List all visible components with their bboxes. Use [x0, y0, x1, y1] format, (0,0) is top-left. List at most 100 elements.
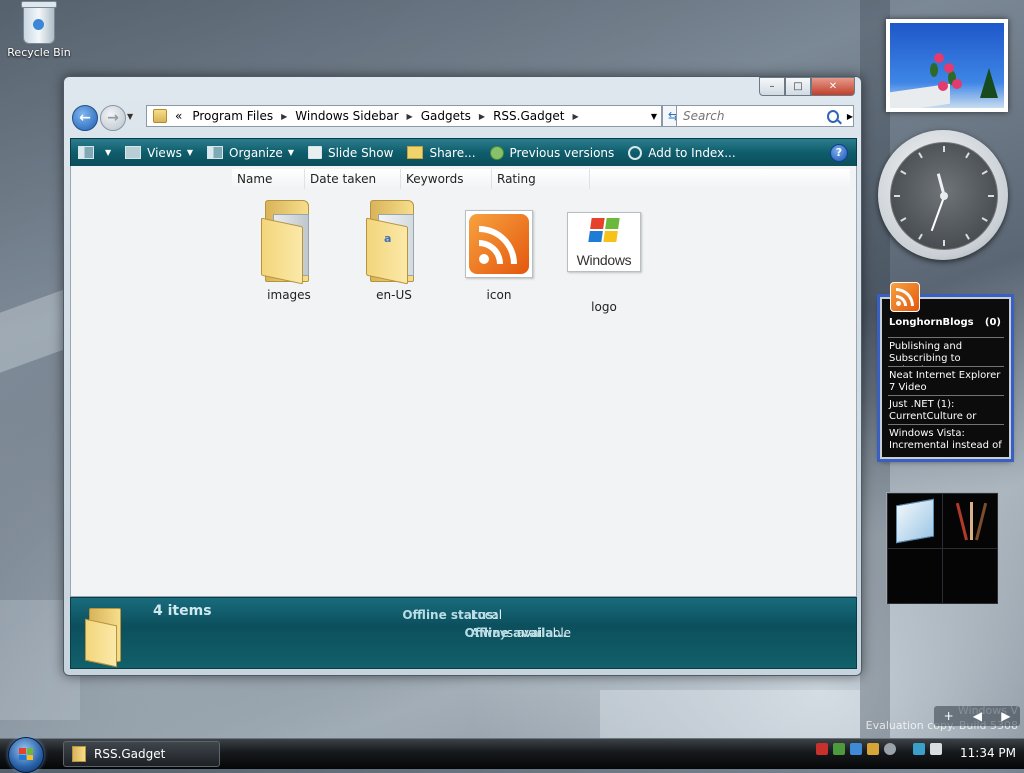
item-count: 4 items [153, 603, 212, 619]
organize-button[interactable]: Organize ▼ [200, 139, 301, 166]
organize-icon [207, 146, 224, 159]
arrow-left-icon: ← [79, 110, 91, 126]
address-bar[interactable]: « Program Files ▶ Windows Sidebar ▶ Gadg… [146, 105, 662, 127]
feed-item[interactable]: Just .NET (1): CurrentCulture or [888, 395, 1004, 424]
offline-availability-row: Offline availa... Always available [464, 626, 571, 640]
column-header-keywords[interactable]: Keywords [401, 169, 492, 189]
wallpaper-beam [600, 690, 860, 740]
network-icon[interactable] [850, 743, 862, 755]
paintbrush-icon [955, 500, 988, 541]
search-icon[interactable] [827, 109, 839, 123]
file-item-icon[interactable]: icon [454, 200, 544, 302]
file-item-logo[interactable]: Windows logo [559, 200, 649, 314]
app-tray-icon[interactable] [867, 743, 879, 755]
previous-versions-button[interactable]: Previous versions [483, 139, 622, 166]
chevron-down-icon: ▼ [287, 148, 294, 157]
feed-headlines-gadget[interactable]: LonghornBlogs (0) Publishing and Subscri… [880, 282, 1011, 459]
launcher-gadget [886, 492, 998, 604]
wallpaper-beam [0, 287, 70, 373]
previous-versions-icon [489, 145, 504, 160]
help-button[interactable]: ? [830, 143, 848, 162]
empty-slot [942, 548, 998, 604]
feed-item[interactable]: Windows Vista: Incremental instead of [888, 424, 1004, 453]
search-box[interactable]: ▶ [676, 105, 854, 127]
photo-image [890, 23, 1004, 108]
feed-item[interactable]: Publishing and Subscribing to Calendars [888, 337, 1004, 366]
clock-gadget[interactable] [878, 130, 1008, 260]
breadcrumb-program-files[interactable]: Program Files [190, 109, 275, 123]
explorer-window: – □ ✕ ← → ▼ « Program Files ▶ Windows Si… [63, 76, 862, 676]
close-button[interactable]: ✕ [811, 77, 855, 96]
column-header-spacer [590, 169, 850, 189]
sidebar-controls: + ◀ ▶ [934, 706, 1020, 726]
folder-icon: a [364, 200, 424, 285]
organize-label: Organize [229, 145, 283, 160]
notepad-shortcut[interactable] [887, 493, 943, 549]
share-button[interactable]: Share... [400, 139, 482, 166]
chevron-down-icon: ▼ [186, 148, 194, 157]
column-header-name[interactable]: Name [232, 169, 305, 189]
navigation-bar: ← → ▼ « Program Files ▶ Windows Sidebar … [70, 103, 855, 131]
chevron-down-icon[interactable]: ▼ [651, 112, 657, 121]
taskbar-clock[interactable]: 11:34 PM [960, 746, 1016, 760]
file-list-pane[interactable]: Name Date taken Keywords Rating images a… [70, 166, 857, 597]
slideshow-button[interactable]: Slide Show [301, 139, 400, 166]
settings-gear-icon[interactable] [884, 743, 896, 755]
feed-unread-count: (0) [984, 317, 1001, 328]
layout-button[interactable]: ▼ [71, 139, 118, 166]
network-status-icon[interactable] [913, 743, 925, 755]
share-icon [407, 146, 424, 159]
recent-pages-dropdown[interactable]: ▼ [127, 112, 133, 121]
file-item-images[interactable]: images [244, 200, 334, 302]
column-header-rating[interactable]: Rating [492, 169, 590, 189]
paint-shortcut[interactable] [942, 493, 998, 549]
slideshow-gadget[interactable] [886, 19, 1008, 112]
desktop-icon-label: Recycle Bin [7, 46, 71, 59]
maximize-button[interactable]: □ [785, 77, 811, 96]
volume-icon[interactable] [930, 743, 942, 755]
search-input[interactable] [681, 108, 823, 124]
previous-page-button[interactable]: ◀ [973, 709, 982, 723]
folder-icon [72, 746, 86, 762]
breadcrumb-overflow[interactable]: « [173, 109, 184, 123]
column-header-date-taken[interactable]: Date taken [305, 169, 401, 189]
taskbar: RSS.Gadget 11:34 PM [0, 737, 1024, 773]
chevron-right-icon[interactable]: ▶ [281, 112, 287, 121]
feed-item[interactable]: Neat Internet Explorer 7 Video [888, 366, 1004, 395]
back-button[interactable]: ← [72, 105, 98, 131]
notepad-icon [896, 498, 934, 544]
minimize-button[interactable]: – [759, 77, 785, 96]
previous-versions-label: Previous versions [509, 145, 615, 160]
chevron-right-icon[interactable]: ▶ [407, 112, 413, 121]
recycle-bin-icon [21, 1, 57, 44]
file-item-label: logo [591, 300, 617, 314]
next-page-button[interactable]: ▶ [1001, 709, 1010, 723]
layout-icon [78, 146, 94, 159]
file-item-en-us[interactable]: a en-US [349, 200, 439, 302]
windows-logo-icon: Windows [567, 212, 641, 272]
logo-wordmark: Windows [576, 252, 632, 268]
breadcrumb-rss-gadget[interactable]: RSS.Gadget [491, 109, 566, 123]
security-shield-icon[interactable] [816, 743, 828, 755]
file-item-label: icon [486, 288, 512, 302]
feed-header[interactable]: LonghornBlogs (0) [889, 317, 1001, 328]
slideshow-icon [307, 146, 322, 159]
chevron-right-icon[interactable]: ▶ [479, 112, 485, 121]
offline-availability-label: Offline availa... [464, 626, 568, 640]
chevron-right-icon[interactable]: ▶ [847, 112, 853, 121]
command-bar: ▼ Views ▼ Organize ▼ Slide Show Share...… [70, 138, 857, 167]
add-to-index-button[interactable]: Add to Index... [621, 139, 742, 166]
add-gadget-button[interactable]: + [944, 709, 954, 723]
breadcrumb-windows-sidebar[interactable]: Windows Sidebar [293, 109, 400, 123]
clock-minute-hand [930, 196, 945, 232]
chevron-right-icon[interactable]: ▶ [572, 112, 578, 121]
sync-icon[interactable] [833, 743, 845, 755]
breadcrumb-gadgets[interactable]: Gadgets [419, 109, 473, 123]
share-label: Share... [429, 145, 476, 160]
views-button[interactable]: Views ▼ [118, 139, 200, 166]
forward-button[interactable]: → [100, 105, 126, 131]
desktop-icon-recycle-bin[interactable]: Recycle Bin [4, 1, 74, 59]
taskbar-button-rss-gadget[interactable]: RSS.Gadget [63, 741, 220, 767]
rss-icon [890, 282, 920, 312]
arrow-right-icon: → [107, 110, 119, 126]
